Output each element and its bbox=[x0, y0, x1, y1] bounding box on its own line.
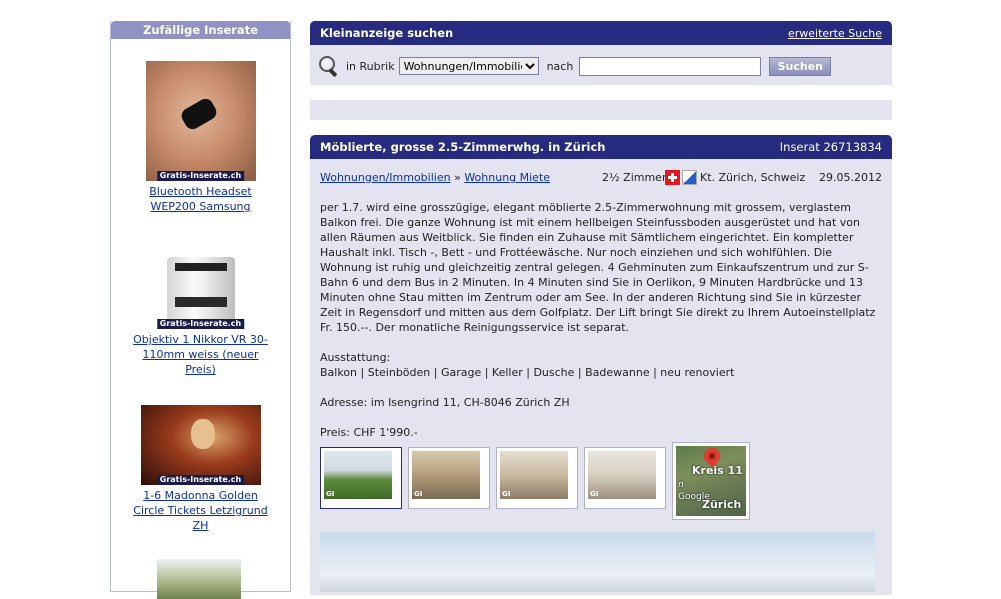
advanced-search-link[interactable]: erweiterte Suche bbox=[788, 21, 882, 46]
search-header: Kleinanzeige suchen erweiterte Suche bbox=[310, 21, 892, 45]
photo-badge: GI bbox=[414, 490, 423, 498]
address: Adresse: im Isengrind 11, CH-8046 Zürich… bbox=[320, 396, 570, 409]
photo-image: GI bbox=[500, 451, 568, 499]
search-button[interactable]: Suchen bbox=[769, 56, 832, 76]
photo-thumb-4[interactable]: GI bbox=[584, 447, 666, 509]
separator-bar bbox=[310, 100, 892, 120]
random-ad-2[interactable]: Gratis-Inserate.ch Objektiv 1 Nikkor VR … bbox=[111, 257, 290, 377]
photo-thumb-3[interactable]: GI bbox=[496, 447, 578, 509]
lens-ring bbox=[174, 297, 227, 307]
photo-thumb-1[interactable]: GI bbox=[320, 447, 402, 509]
breadcrumb: Wohnungen/Immobilien » Wohnung Miete bbox=[320, 171, 550, 184]
photo-image: GI bbox=[324, 451, 392, 499]
search-title: Kleinanzeige suchen bbox=[320, 26, 454, 40]
breadcrumb-subcategory[interactable]: Wohnung Miete bbox=[464, 171, 550, 184]
watermark: Gratis-Inserate.ch bbox=[156, 319, 245, 329]
photo-image: GI bbox=[588, 451, 656, 499]
location-text: Kt. Zürich, Schweiz bbox=[700, 171, 806, 184]
lens-photo[interactable]: Gratis-Inserate.ch bbox=[156, 257, 245, 329]
query-label: nach bbox=[546, 59, 574, 73]
watermark: Gratis-Inserate.ch bbox=[156, 171, 245, 181]
search-input[interactable] bbox=[579, 56, 762, 76]
photo-badge: GI bbox=[502, 490, 511, 498]
listing-header: Möblierte, grosse 2.5-Zimmerwhg. in Züri… bbox=[310, 135, 892, 159]
sidebar-title: Zufällige Inserate bbox=[111, 21, 290, 39]
category-label: in Rubrik bbox=[346, 59, 395, 73]
listing-description: per 1.7. wird eine grosszügige, elegant … bbox=[320, 200, 882, 455]
photo-thumb-2[interactable]: GI bbox=[408, 447, 490, 509]
features-list: Balkon | Steinböden | Garage | Keller | … bbox=[320, 366, 735, 379]
search-panel: Kleinanzeige suchen erweiterte Suche in … bbox=[310, 21, 892, 85]
category-select[interactable]: Wohnungen/Immobilien bbox=[398, 57, 539, 75]
breadcrumb-separator: » bbox=[454, 171, 461, 184]
rooms: 2½ Zimmer bbox=[602, 171, 667, 184]
random-ads-sidebar: Zufällige Inserate Gratis-Inserate.ch Bl… bbox=[110, 21, 291, 599]
features: Ausstattung: Balkon | Steinböden | Garag… bbox=[320, 350, 882, 380]
lens-ring bbox=[174, 263, 227, 271]
magnifier-icon bbox=[318, 55, 340, 78]
description-text: per 1.7. wird eine grosszügige, elegant … bbox=[320, 201, 876, 334]
location: Kt. Zürich, Schweiz bbox=[665, 170, 805, 185]
ad-link-3[interactable]: 1-6 Madonna Golden Circle Tickets Letzig… bbox=[111, 488, 290, 533]
watermark: Gratis-Inserate.ch bbox=[156, 475, 245, 485]
price: Preis: CHF 1'990.- bbox=[320, 426, 418, 439]
photo-badge: GI bbox=[326, 490, 335, 498]
listing-id: Inserat 26713834 bbox=[779, 140, 882, 154]
map-label-zurich: Zürich bbox=[702, 498, 742, 511]
concert-photo[interactable]: Gratis-Inserate.ch bbox=[140, 405, 261, 485]
main-photo[interactable] bbox=[320, 532, 875, 592]
photo-image: GI bbox=[412, 451, 480, 499]
performer-shape bbox=[190, 419, 215, 449]
ad-link-2[interactable]: Objektiv 1 Nikkor VR 30-110mm weiss (neu… bbox=[111, 332, 290, 377]
listing-panel: Möblierte, grosse 2.5-Zimmerwhg. in Züri… bbox=[310, 135, 892, 595]
zurich-flag-icon bbox=[682, 170, 697, 185]
headset-shape bbox=[178, 95, 219, 133]
listing-title: Möblierte, grosse 2.5-Zimmerwhg. in Züri… bbox=[320, 140, 606, 154]
ad-link-1[interactable]: Bluetooth Headset WEP200 Samsung bbox=[111, 184, 290, 214]
breadcrumb-category[interactable]: Wohnungen/Immobilien bbox=[320, 171, 451, 184]
swiss-flag-icon bbox=[665, 170, 680, 185]
features-label: Ausstattung: bbox=[320, 351, 391, 364]
ad-photo-4[interactable] bbox=[157, 559, 241, 599]
headset-photo[interactable]: Gratis-Inserate.ch bbox=[145, 61, 256, 181]
random-ad-1[interactable]: Gratis-Inserate.ch Bluetooth Headset WEP… bbox=[111, 61, 290, 214]
random-ad-3[interactable]: Gratis-Inserate.ch 1-6 Madonna Golden Ci… bbox=[111, 405, 290, 533]
listing-date: 29.05.2012 bbox=[819, 171, 882, 184]
map-label-kreis: Kreis 11 bbox=[692, 464, 743, 477]
map-label-small: n bbox=[678, 480, 684, 490]
listing-meta: Wohnungen/Immobilien » Wohnung Miete 2½ … bbox=[320, 170, 882, 185]
photo-badge: GI bbox=[590, 490, 599, 498]
map-image: Kreis 11 n Google Zürich bbox=[676, 446, 746, 516]
map-thumb[interactable]: Kreis 11 n Google Zürich bbox=[672, 442, 750, 520]
search-row: in Rubrik Wohnungen/Immobilien nach Such… bbox=[318, 55, 832, 78]
